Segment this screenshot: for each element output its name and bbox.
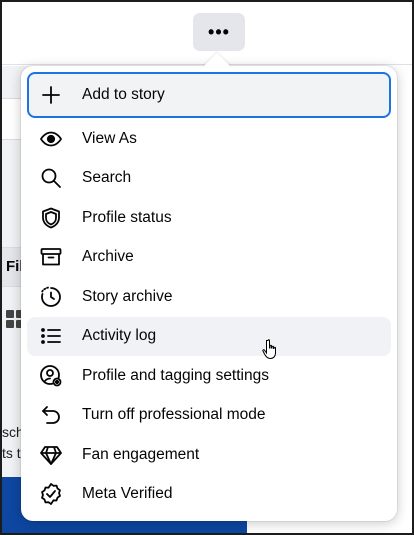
hand-pointer-cursor xyxy=(262,339,276,360)
menu-item-label: Search xyxy=(82,169,132,187)
profile-options-menu: Add to story View As Search Profile stat… xyxy=(21,66,397,521)
shield-icon xyxy=(38,205,64,231)
undo-arrow-icon xyxy=(38,402,64,428)
more-options-button[interactable]: ••• xyxy=(193,13,245,51)
menu-item-archive[interactable]: Archive xyxy=(27,238,391,278)
menu-item-label: Fan engagement xyxy=(82,445,200,463)
verified-badge-icon xyxy=(38,481,64,507)
menu-item-label: Archive xyxy=(82,248,134,266)
eye-icon xyxy=(38,126,64,152)
menu-item-profile-status[interactable]: Profile status xyxy=(27,198,391,238)
menu-item-meta-verified[interactable]: Meta Verified xyxy=(27,475,391,515)
menu-item-turn-off-professional-mode[interactable]: Turn off professional mode xyxy=(27,396,391,436)
menu-item-label: Story archive xyxy=(82,287,173,305)
archive-box-icon xyxy=(38,244,64,270)
user-gear-icon xyxy=(38,363,64,389)
list-icon xyxy=(38,323,64,349)
menu-item-label: Profile status xyxy=(82,208,172,226)
plus-icon xyxy=(38,82,64,108)
background-text-line: ts t xyxy=(2,445,21,461)
menu-item-add-to-story[interactable]: Add to story xyxy=(27,72,391,118)
menu-item-label: View As xyxy=(82,129,137,147)
menu-item-fan-engagement[interactable]: Fan engagement xyxy=(27,435,391,475)
menu-item-label: Turn off professional mode xyxy=(82,406,266,424)
menu-item-view-as[interactable]: View As xyxy=(27,119,391,159)
search-icon xyxy=(38,165,64,191)
menu-item-activity-log[interactable]: Activity log xyxy=(27,316,391,356)
menu-item-profile-tagging-settings[interactable]: Profile and tagging settings xyxy=(27,356,391,396)
menu-item-label: Add to story xyxy=(82,86,165,103)
menu-item-label: Activity log xyxy=(82,327,157,345)
menu-item-label: Meta Verified xyxy=(82,485,173,503)
menu-item-label: Profile and tagging settings xyxy=(82,366,269,384)
menu-item-search[interactable]: Search xyxy=(27,159,391,199)
clock-history-icon xyxy=(38,284,64,310)
diamond-icon xyxy=(38,442,64,468)
menu-item-story-archive[interactable]: Story archive xyxy=(27,277,391,317)
